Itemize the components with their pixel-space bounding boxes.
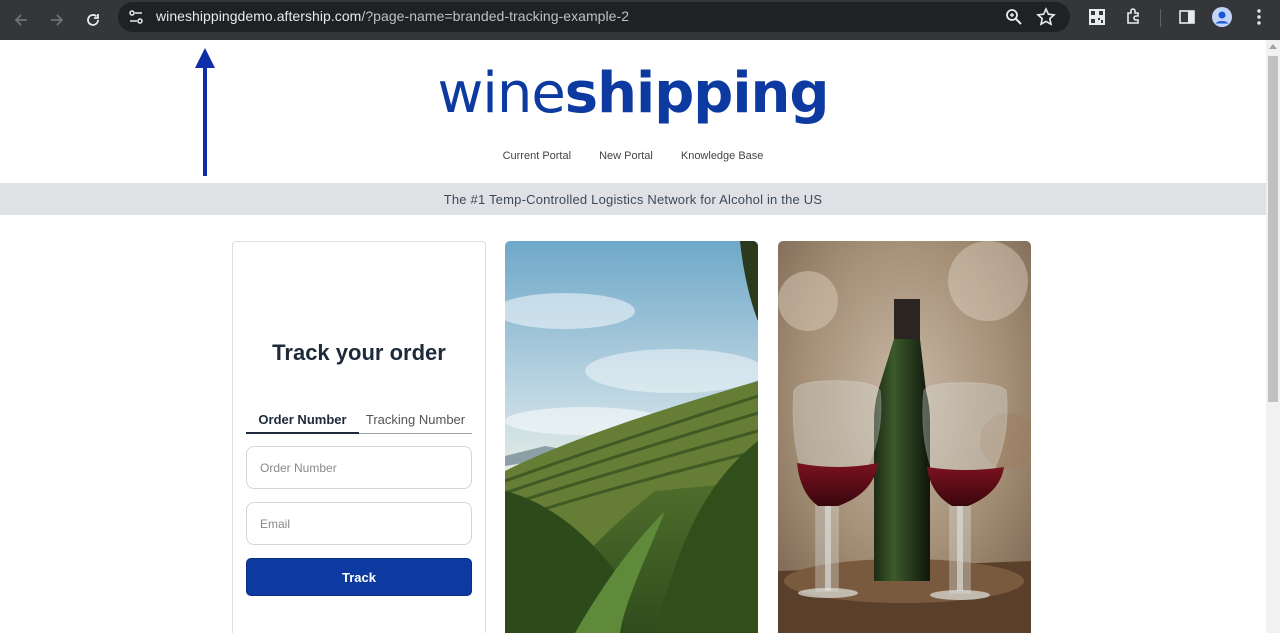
forward-icon[interactable]	[45, 8, 69, 32]
nav-current-portal[interactable]: Current Portal	[503, 150, 571, 162]
tagline-banner: The #1 Temp-Controlled Logistics Network…	[0, 183, 1266, 215]
scrollbar-thumb[interactable]	[1268, 56, 1278, 402]
address-bar[interactable]: wineshippingdemo.aftership.com/?page-nam…	[118, 2, 1070, 32]
track-title: Track your order	[272, 340, 446, 365]
browser-toolbar: wineshippingdemo.aftership.com/?page-nam…	[0, 0, 1280, 40]
scroll-up-icon[interactable]	[1269, 44, 1277, 49]
page-viewport: wineshipping Current Portal New Portal K…	[0, 40, 1266, 633]
url-host: wineshippingdemo.aftership.com	[156, 8, 362, 24]
track-button[interactable]: Track	[246, 558, 472, 596]
url-text[interactable]: wineshippingdemo.aftership.com/?page-nam…	[156, 8, 629, 24]
side-panel-icon[interactable]	[1176, 6, 1198, 28]
nav-knowledge-base[interactable]: Knowledge Base	[681, 150, 764, 162]
tagline-text: The #1 Temp-Controlled Logistics Network…	[443, 191, 823, 207]
qr-code-icon[interactable]	[1086, 6, 1108, 28]
zoom-icon[interactable]	[1004, 7, 1024, 27]
site-settings-icon[interactable]	[127, 8, 145, 26]
email-input[interactable]	[246, 502, 472, 545]
bookmark-star-icon[interactable]	[1036, 7, 1056, 27]
toolbar-divider	[1160, 9, 1161, 27]
tab-tracking-number[interactable]: Tracking Number	[359, 408, 472, 433]
top-nav: Current Portal New Portal Knowledge Base	[0, 150, 1266, 162]
profile-icon[interactable]	[1211, 6, 1233, 28]
tab-order-number[interactable]: Order Number	[246, 408, 359, 434]
nav-new-portal[interactable]: New Portal	[599, 150, 653, 162]
wine-glasses-image	[778, 241, 1031, 633]
wineshipping-logo[interactable]: wineshipping	[0, 62, 1266, 126]
url-path: /?page-name=branded-tracking-example-2	[361, 8, 630, 24]
page-scrollbar[interactable]	[1266, 40, 1280, 633]
order-number-input[interactable]	[246, 446, 472, 489]
logo-wine-text: wine	[437, 61, 565, 126]
track-order-card: Track your order Order Number Tracking N…	[232, 241, 486, 633]
back-icon[interactable]	[9, 8, 33, 32]
menu-icon[interactable]	[1248, 6, 1270, 28]
logo-shipping-text: shipping	[564, 61, 830, 126]
vineyard-image	[505, 241, 758, 633]
extensions-icon[interactable]	[1123, 6, 1145, 28]
reload-icon[interactable]	[81, 8, 105, 32]
tracking-tabs: Order Number Tracking Number	[246, 408, 472, 434]
